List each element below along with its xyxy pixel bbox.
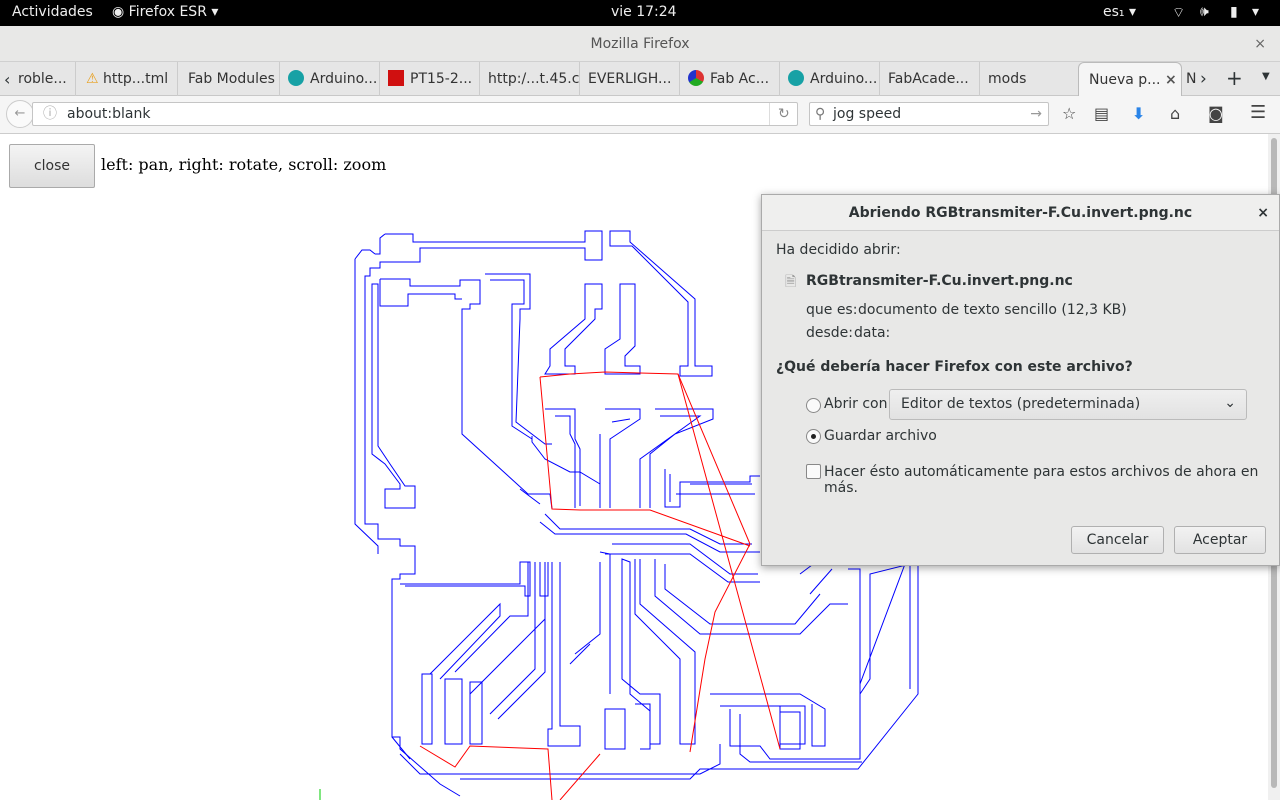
decided-label: Ha decidido abrir: [776,242,901,258]
file-name: RGBtransmiter-F.Cu.invert.png.nc [806,273,1073,289]
back-button[interactable]: ← [6,100,34,128]
firefox-icon: ◉ [112,4,129,20]
type-value: documento de texto sencillo (12,3 KB) [858,302,1127,318]
tab[interactable]: Fab Modules [180,62,280,96]
window-close-button[interactable]: × [1254,26,1266,62]
reload-icon[interactable]: ↻ [769,103,790,125]
scroll-tabs-right-icon[interactable]: › [1200,69,1207,89]
open-with-app-value: Editor de textos (predeterminada) [901,396,1141,412]
tab-label: mods [988,71,1027,87]
tab-label: PT15-2... [410,71,473,87]
tab[interactable]: EVERLIGH... [580,62,680,96]
open-with-app-select[interactable]: Editor de textos (predeterminada) ⌄ [889,389,1247,420]
volume-icon[interactable]: 🕪 [1200,4,1209,20]
tab[interactable]: FabAcade... [880,62,980,96]
save-file-label[interactable]: Guardar archivo [824,428,937,444]
chevron-down-icon: ⌄ [1224,395,1236,411]
tab[interactable]: http:/...t.45.c [480,62,580,96]
dialog-close-button[interactable]: × [1257,195,1269,231]
tab-label: Arduino... [310,71,378,87]
tab-label: http...tml [103,71,169,87]
tab[interactable]: mods [980,62,1076,96]
open-with-label[interactable]: Abrir con [824,396,887,412]
tab-label: http:/...t.45.c [488,71,580,87]
info-icon[interactable]: ⓘ [43,103,57,125]
warning-icon: ⚠ [86,71,104,87]
window-title-bar: Mozilla Firefox × [0,26,1280,62]
clock[interactable]: vie 17:24 [611,4,677,20]
type-label: que es: [806,302,858,318]
dialog-title-bar: Abriendo RGBtransmiter-F.Cu.invert.png.n… [762,195,1279,231]
pocket-icon[interactable]: ◙ [1208,104,1224,123]
accept-button[interactable]: Aceptar [1174,526,1266,554]
bookmark-star-icon[interactable]: ☆ [1062,104,1076,123]
pt-icon [388,70,404,86]
tab[interactable]: roble... [16,62,76,96]
dialog-title: Abriendo RGBtransmiter-F.Cu.invert.png.n… [848,205,1193,221]
gnome-top-bar: Actividades ◉ Firefox ESR ▾ vie 17:24 es… [0,0,1280,26]
auto-label[interactable]: Hacer ésto automáticamente para estos ar… [824,464,1279,496]
app-menu-label: Firefox ESR ▾ [128,4,219,20]
tab-label: FabAcade... [888,71,969,87]
keyboard-layout[interactable]: es₁ ▾ [1103,4,1136,20]
wifi-icon[interactable]: ⌔ [1172,4,1185,22]
tab-strip: ‹ roble... ⚠ http...tml Fab Modules Ardu… [0,62,1280,96]
tab[interactable]: N [1184,62,1196,96]
question-heading: ¿Qué debería hacer Firefox con este arch… [776,359,1133,375]
tab-label: Arduino... [810,71,878,87]
tab[interactable]: Arduino... [280,62,380,96]
list-tabs-icon[interactable]: ▼ [1262,71,1270,82]
cancel-button[interactable]: Cancelar [1071,526,1164,554]
tab[interactable]: ⚠ http...tml [78,62,178,96]
back-arrow-icon: ← [14,106,26,121]
arduino-icon [288,70,304,86]
tab-label: Nueva p... [1089,72,1161,88]
battery-icon[interactable]: ▮ [1230,4,1238,20]
text-file-icon: 🗎 [785,274,797,290]
search-bar[interactable]: ⚲ jog speed → [809,102,1049,126]
scroll-tabs-left-icon[interactable]: ‹ [4,70,10,89]
from-label: desde: [806,325,854,341]
save-file-radio[interactable] [806,429,821,444]
tab[interactable]: PT15-2... [380,62,480,96]
window-title: Mozilla Firefox [590,36,690,52]
fab-academy-icon [688,70,704,86]
open-with-radio[interactable] [806,398,821,413]
tab-active[interactable]: Nueva p... × [1078,62,1182,96]
tab-label: Fab Modules [188,71,275,87]
url-bar[interactable]: ⓘ about:blank ↻ [32,102,798,126]
app-menu[interactable]: ◉ Firefox ESR ▾ [112,4,218,20]
search-icon: ⚲ [815,106,826,122]
auto-checkbox[interactable] [806,464,821,479]
tab-label: roble... [18,71,67,87]
new-tab-icon[interactable]: + [1226,66,1243,90]
download-dialog: Abriendo RGBtransmiter-F.Cu.invert.png.n… [761,194,1280,566]
tab-label: N [1186,71,1196,87]
tab-label: Fab Ac... [710,71,770,87]
from-value: data: [854,325,891,341]
home-icon[interactable]: ⌂ [1170,104,1180,123]
search-go-icon[interactable]: → [1030,103,1042,125]
power-menu-icon[interactable]: ▾ [1252,4,1259,20]
tab[interactable]: Arduino... [780,62,880,96]
url-text[interactable]: about:blank [67,103,150,125]
reading-list-icon[interactable]: ▤ [1094,104,1109,123]
downloads-arrow-icon[interactable]: ⬇ [1132,104,1145,123]
tab[interactable]: Fab Ac... [680,62,780,96]
tab-close-icon[interactable]: × [1165,72,1177,88]
menu-hamburger-icon[interactable]: ☰ [1250,102,1266,123]
navigation-toolbar: ← ⓘ about:blank ↻ ⚲ jog speed → ☆ ▤ ⬇ ⌂ … [0,96,1280,134]
arduino-icon [788,70,804,86]
search-input[interactable]: jog speed [833,103,901,125]
activities-button[interactable]: Actividades [12,4,93,20]
tab-label: EVERLIGH... [588,71,672,87]
